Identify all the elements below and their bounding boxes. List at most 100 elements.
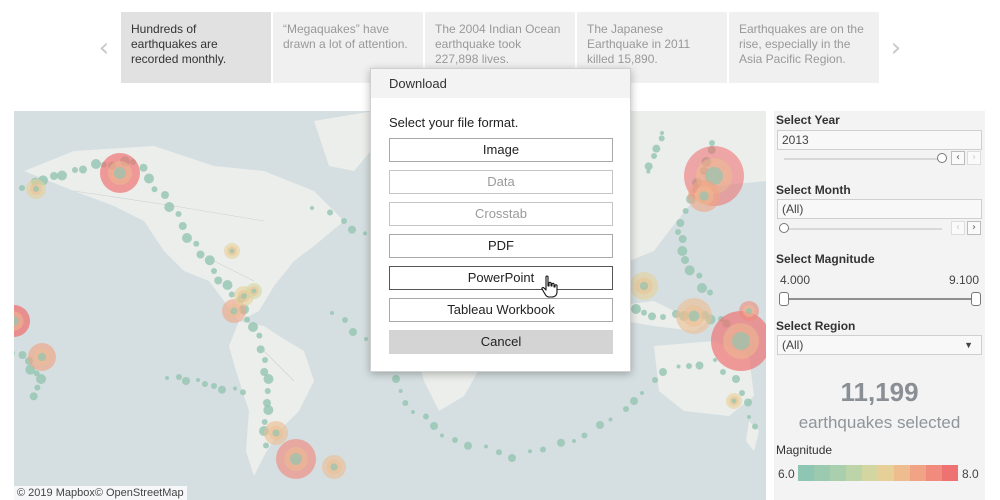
- earthquake-marker[interactable]: [214, 276, 223, 285]
- chevron-right-icon[interactable]: ›: [884, 34, 908, 62]
- earthquake-marker[interactable]: [165, 376, 169, 380]
- earthquake-marker[interactable]: [57, 170, 67, 181]
- earthquake-marker[interactable]: [423, 413, 429, 420]
- earthquake-marker[interactable]: [33, 186, 39, 192]
- earthquake-marker[interactable]: [581, 432, 588, 439]
- magnitude-range-track[interactable]: [784, 298, 976, 300]
- earthquake-marker[interactable]: [272, 429, 280, 437]
- earthquake-marker[interactable]: [264, 388, 271, 394]
- magnitude-color-legend[interactable]: [798, 465, 958, 481]
- story-point-5[interactable]: Earthquakes are on the rise, especially …: [729, 12, 879, 83]
- earthquake-marker[interactable]: [342, 317, 348, 323]
- cancel-button[interactable]: Cancel: [389, 330, 613, 354]
- earthquake-marker[interactable]: [452, 437, 458, 443]
- earthquake-marker[interactable]: [218, 385, 226, 394]
- earthquake-marker[interactable]: [392, 375, 400, 383]
- earthquake-marker[interactable]: [652, 144, 661, 153]
- earthquake-marker[interactable]: [639, 281, 649, 291]
- format-data-button[interactable]: Data: [389, 170, 613, 194]
- earthquake-marker[interactable]: [222, 280, 233, 290]
- format-tableau-workbook-button[interactable]: Tableau Workbook: [389, 298, 613, 322]
- format-crosstab-button[interactable]: Crosstab: [389, 202, 613, 226]
- earthquake-marker[interactable]: [678, 235, 687, 243]
- earthquake-marker[interactable]: [682, 208, 689, 214]
- earthquake-marker[interactable]: [251, 288, 257, 294]
- earthquake-marker[interactable]: [248, 322, 258, 332]
- earthquake-marker[interactable]: [540, 446, 546, 453]
- earthquake-marker[interactable]: [229, 248, 235, 254]
- earthquake-marker[interactable]: [228, 291, 235, 298]
- earthquake-marker[interactable]: [630, 397, 638, 405]
- earthquake-marker[interactable]: [508, 454, 516, 462]
- earthquake-marker[interactable]: [261, 419, 268, 425]
- earthquake-marker[interactable]: [196, 250, 205, 259]
- earthquake-marker[interactable]: [263, 374, 274, 384]
- earthquake-marker[interactable]: [707, 289, 713, 296]
- earthquake-marker[interactable]: [660, 314, 666, 320]
- earthquake-marker[interactable]: [658, 135, 665, 142]
- earthquake-marker[interactable]: [161, 191, 169, 199]
- earthquake-marker[interactable]: [36, 374, 46, 384]
- earthquake-marker[interactable]: [262, 357, 268, 363]
- earthquake-marker[interactable]: [440, 433, 444, 438]
- earthquake-marker[interactable]: [263, 405, 274, 415]
- earthquake-marker[interactable]: [310, 206, 314, 210]
- year-slider-knob[interactable]: [937, 153, 947, 163]
- earthquake-marker[interactable]: [430, 422, 438, 430]
- magnitude-min-handle[interactable]: [779, 292, 789, 306]
- month-prev-button[interactable]: ‹: [951, 221, 965, 235]
- earthquake-marker[interactable]: [572, 439, 576, 443]
- earthquake-marker[interactable]: [182, 233, 192, 243]
- earthquake-marker[interactable]: [528, 449, 532, 454]
- earthquake-marker[interactable]: [290, 453, 302, 465]
- earthquake-marker[interactable]: [744, 398, 752, 407]
- earthquake-marker[interactable]: [709, 140, 715, 146]
- earthquake-marker[interactable]: [623, 406, 629, 412]
- earthquake-marker[interactable]: [29, 392, 38, 401]
- earthquake-marker[interactable]: [648, 312, 656, 321]
- earthquake-marker[interactable]: [398, 389, 403, 393]
- year-slider-track[interactable]: [784, 158, 942, 160]
- year-next-button[interactable]: ›: [967, 151, 981, 165]
- earthquake-marker[interactable]: [139, 163, 148, 172]
- earthquake-marker[interactable]: [596, 421, 604, 429]
- earthquake-marker[interactable]: [641, 309, 647, 316]
- month-next-button[interactable]: ›: [967, 221, 981, 235]
- earthquake-marker[interactable]: [640, 391, 644, 395]
- earthquake-marker[interactable]: [651, 153, 657, 159]
- earthquake-marker[interactable]: [411, 410, 415, 414]
- earthquake-marker[interactable]: [72, 167, 78, 173]
- earthquake-marker[interactable]: [241, 293, 247, 299]
- earthquake-marker[interactable]: [652, 377, 658, 383]
- earthquake-marker[interactable]: [659, 368, 667, 376]
- earthquake-marker[interactable]: [204, 255, 215, 266]
- earthquake-marker[interactable]: [364, 337, 368, 341]
- month-slider-track[interactable]: [784, 228, 942, 230]
- earthquake-marker[interactable]: [752, 423, 758, 430]
- story-point-1[interactable]: Hundreds of earthquakes are recorded mon…: [121, 12, 271, 83]
- earthquake-marker[interactable]: [363, 231, 367, 236]
- earthquake-marker[interactable]: [193, 240, 200, 247]
- month-slider-knob[interactable]: [779, 223, 789, 233]
- earthquake-marker[interactable]: [263, 442, 269, 449]
- earthquake-marker[interactable]: [114, 167, 126, 179]
- earthquake-marker[interactable]: [731, 398, 737, 404]
- earthquake-marker[interactable]: [330, 311, 334, 315]
- format-powerpoint-button[interactable]: PowerPoint: [389, 266, 613, 290]
- earthquake-marker[interactable]: [732, 332, 750, 350]
- earthquake-marker[interactable]: [646, 169, 651, 174]
- earthquake-marker[interactable]: [631, 304, 641, 314]
- earthquake-marker[interactable]: [349, 328, 357, 336]
- earthquake-marker[interactable]: [176, 374, 182, 380]
- earthquake-marker[interactable]: [233, 386, 237, 391]
- earthquake-marker[interactable]: [675, 229, 681, 235]
- earthquake-marker[interactable]: [676, 219, 685, 227]
- earthquake-marker[interactable]: [676, 364, 681, 369]
- earthquake-marker[interactable]: [164, 202, 175, 212]
- earthquake-marker[interactable]: [230, 307, 238, 315]
- earthquake-marker[interactable]: [175, 211, 182, 217]
- earthquake-marker[interactable]: [484, 444, 488, 449]
- earthquake-marker[interactable]: [464, 441, 472, 450]
- earthquake-marker[interactable]: [178, 222, 187, 230]
- year-filter-value[interactable]: 2013: [777, 130, 982, 150]
